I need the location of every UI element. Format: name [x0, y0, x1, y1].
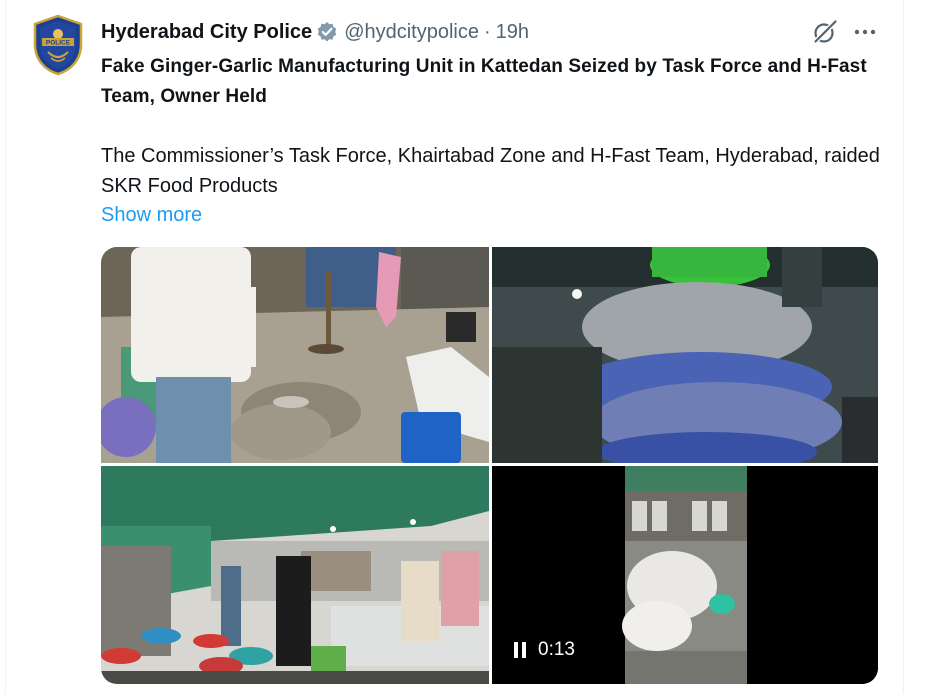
pause-icon[interactable] — [512, 641, 528, 659]
post-headline: Fake Ginger-Garlic Manufacturing Unit in… — [101, 56, 867, 107]
verified-badge-icon[interactable] — [316, 21, 338, 43]
avatar[interactable]: POLICE — [31, 14, 85, 76]
media-grid: 0:13 — [101, 247, 878, 684]
photo-seized-sacks[interactable] — [101, 247, 489, 463]
more-options-icon[interactable] — [852, 20, 878, 44]
post-timestamp[interactable]: 19h — [496, 21, 529, 44]
grok-icon[interactable] — [812, 19, 838, 45]
show-more-link[interactable]: Show more — [101, 200, 202, 230]
author-handle[interactable]: @hydcitypolice — [344, 21, 479, 44]
avatar-badge-text: POLICE — [46, 40, 71, 47]
photo-factory-interior[interactable] — [101, 466, 489, 684]
timeline-divider-right — [903, 0, 904, 694]
video-timestamp: 0:13 — [538, 639, 575, 660]
video-controls: 0:13 — [512, 639, 575, 661]
photo-garlic-bags[interactable] — [492, 247, 878, 463]
author-name[interactable]: Hyderabad City Police — [101, 21, 312, 44]
post-body: The Commissioner’s Task Force, Khairtaba… — [101, 145, 880, 197]
post-header: Hyderabad City Police @hydcitypolice · 1… — [101, 18, 529, 46]
header-separator: · — [484, 20, 491, 43]
video-sacks[interactable]: 0:13 — [492, 466, 878, 684]
timeline-divider-left — [5, 0, 6, 694]
